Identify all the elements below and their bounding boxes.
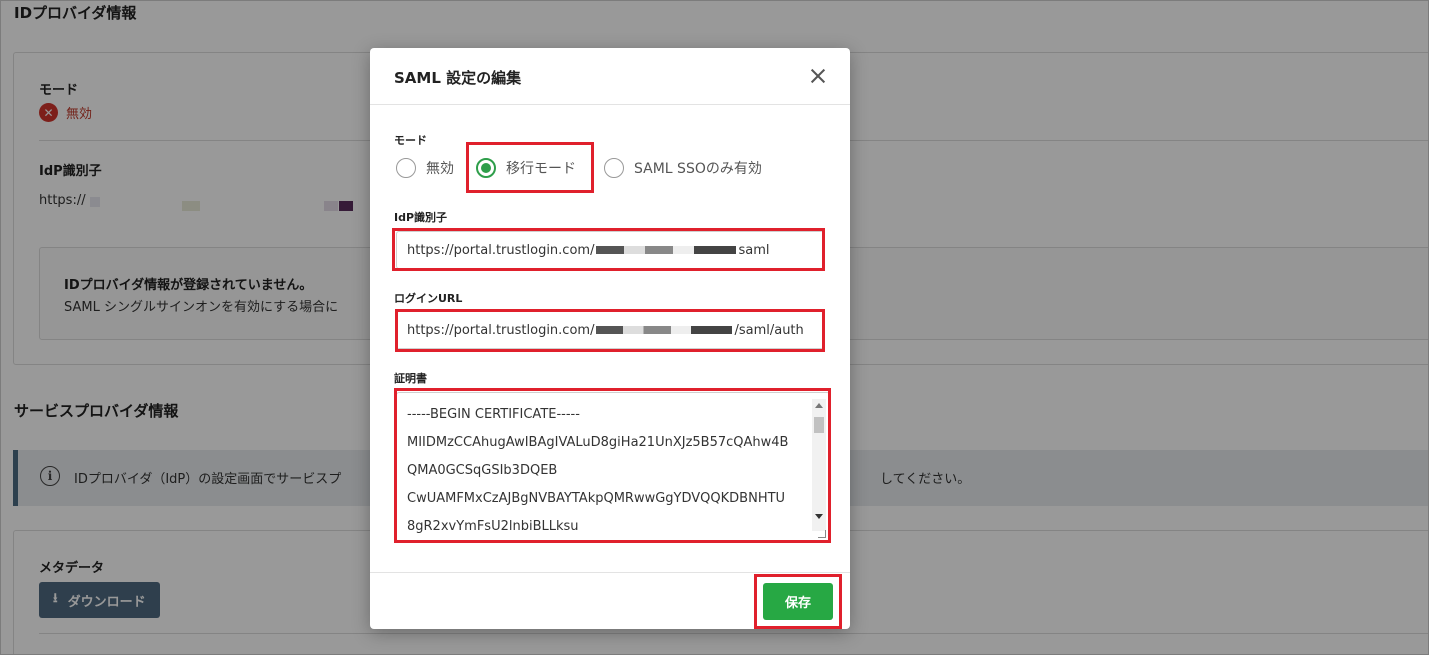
radio-saml-sso-only[interactable]: SAML SSOのみ有効 <box>604 158 762 178</box>
redacted-segment <box>596 246 737 254</box>
radio-circle <box>604 158 624 178</box>
cert-line: MIIDMzCCAhugAwIBAgIVALuD8giHa21UnXJz5B57… <box>407 435 789 450</box>
login-url-input[interactable]: https://portal.trustlogin.com/ /saml/aut… <box>396 311 824 349</box>
radio-label: 無効 <box>426 161 454 177</box>
cert-line: -----BEGIN CERTIFICATE----- <box>407 407 580 422</box>
radio-migration-mode[interactable]: 移行モード <box>476 158 576 178</box>
textarea-scrollbar[interactable] <box>812 399 826 531</box>
cert-line: CwUAMFMxCzAJBgNVBAYTAkpQMRwwGgYDVQQKDBNH… <box>407 491 786 506</box>
saml-settings-dialog: SAML 設定の編集 モード 無効 移行モード SAML SSOのみ有効 IdP… <box>370 48 850 629</box>
certificate-field-label: 証明書 <box>394 372 427 385</box>
radio-circle-checked <box>476 158 496 178</box>
scroll-thumb[interactable] <box>814 417 824 433</box>
save-button[interactable]: 保存 <box>763 583 833 620</box>
dialog-header: SAML 設定の編集 <box>370 48 850 105</box>
scroll-up-arrow-icon[interactable] <box>815 403 823 408</box>
radio-label: SAML SSOのみ有効 <box>634 161 762 177</box>
idp-id-suffix: saml <box>738 242 770 258</box>
scroll-down-arrow-icon[interactable] <box>815 514 823 519</box>
idp-id-input[interactable]: https://portal.trustlogin.com/ saml <box>396 231 824 269</box>
radio-label: 移行モード <box>506 161 576 177</box>
login-url-suffix: /saml/auth <box>734 322 804 338</box>
radio-circle <box>396 158 416 178</box>
cert-line: 8gR2xvYmFsU2lnbiBLLksu <box>407 519 579 534</box>
mode-field-label: モード <box>394 134 427 147</box>
resize-handle-icon[interactable] <box>818 530 826 538</box>
idp-id-prefix: https://portal.trustlogin.com/ <box>407 242 595 258</box>
idp-id-field-label: IdP識別子 <box>394 211 448 224</box>
cert-line: QMA0GCSqGSIb3DQEB <box>407 463 558 478</box>
login-url-prefix: https://portal.trustlogin.com/ <box>407 322 595 338</box>
login-url-field-label: ログインURL <box>394 292 463 305</box>
redacted-segment <box>596 326 733 334</box>
radio-disabled[interactable]: 無効 <box>396 158 454 178</box>
dialog-title: SAML 設定の編集 <box>394 69 522 87</box>
certificate-textarea[interactable]: -----BEGIN CERTIFICATE----- MIIDMzCCAhug… <box>396 392 830 542</box>
close-icon[interactable] <box>806 64 830 88</box>
